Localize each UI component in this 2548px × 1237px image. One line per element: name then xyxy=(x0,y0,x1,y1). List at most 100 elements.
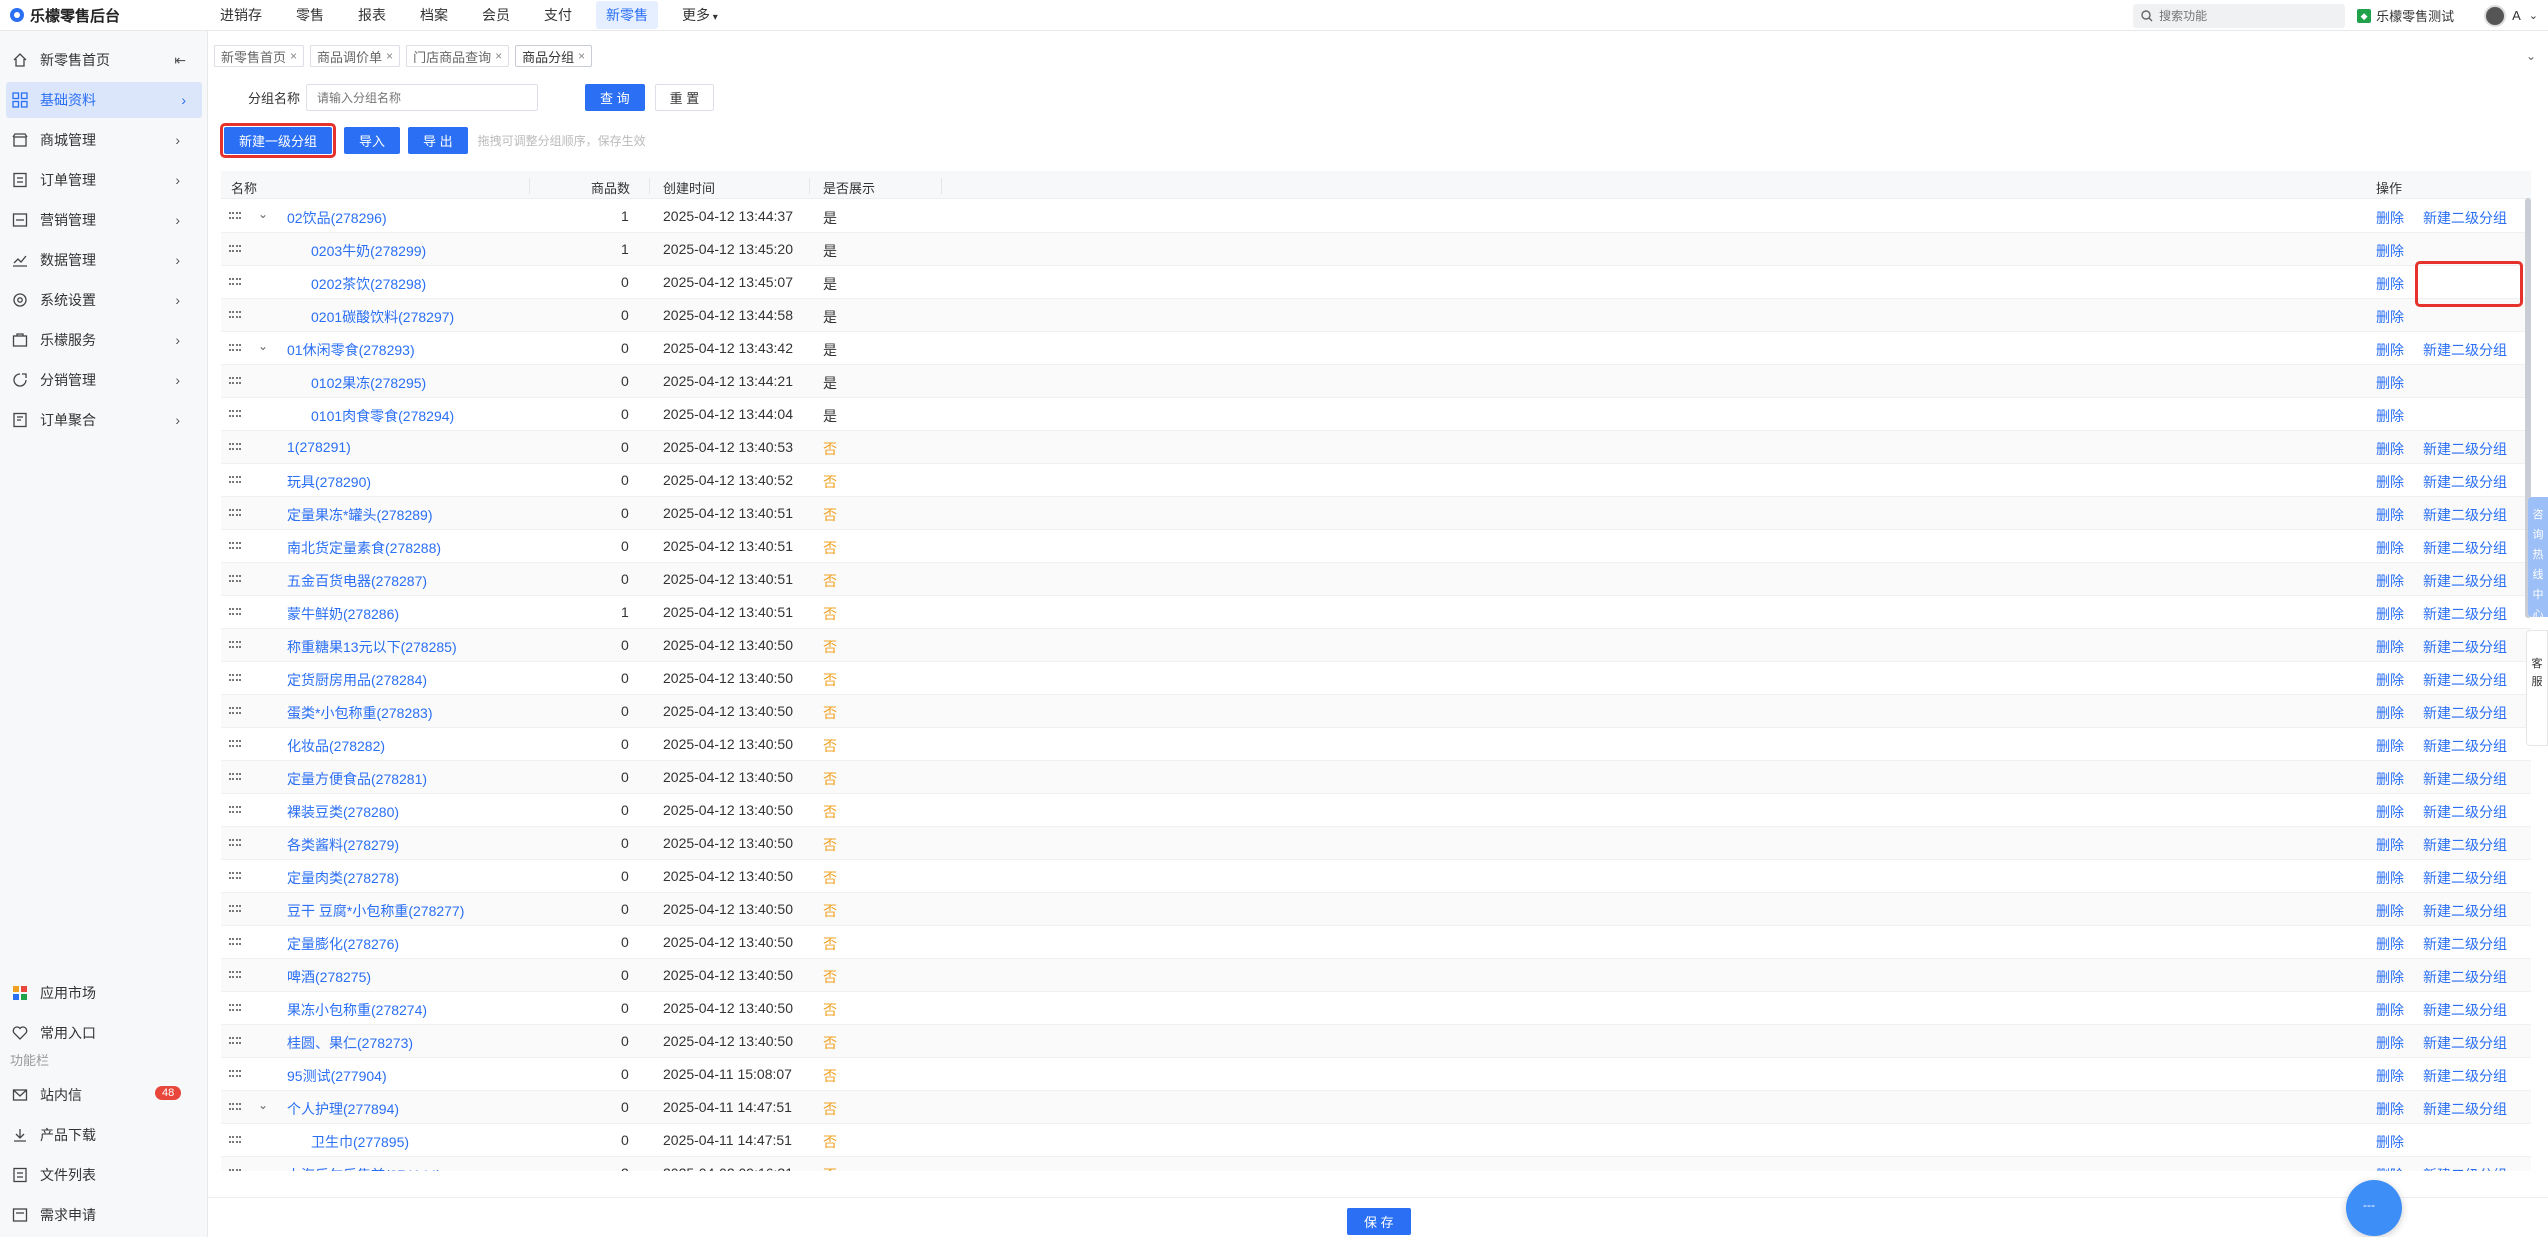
sidebar-item-aggregate[interactable]: 订单聚合 › xyxy=(0,402,208,438)
sidebar-item-data[interactable]: 数据管理 › xyxy=(0,242,208,278)
new-level2-group-link[interactable]: 新建二级分组 xyxy=(2423,505,2507,525)
delete-link[interactable]: 删除 xyxy=(2376,802,2404,822)
group-name-link[interactable]: 1(278291) xyxy=(287,439,351,455)
drag-handle-icon[interactable] xyxy=(229,311,241,320)
delete-link[interactable]: 删除 xyxy=(2376,1033,2404,1053)
sidebar-item-downloads[interactable]: 产品下载 xyxy=(0,1117,208,1153)
group-name-link[interactable]: 02饮品(278296) xyxy=(287,208,387,228)
drag-handle-icon[interactable] xyxy=(229,1037,241,1046)
delete-link[interactable]: 删除 xyxy=(2376,736,2404,756)
table-row[interactable]: 蒙牛鲜奶(278286) 1 2025-04-12 13:40:51 否 删除 新建二级分… xyxy=(221,596,2531,629)
new-level2-group-link[interactable]: 新建二级分组 xyxy=(2423,901,2507,921)
drag-handle-icon[interactable] xyxy=(229,938,241,947)
sidebar-item-home[interactable]: 新零售首页 ⇤ xyxy=(0,42,208,78)
table-row[interactable]: 1(278291) 0 2025-04-12 13:40:53 否 删除 新建二级分组 xyxy=(221,431,2531,464)
group-name-link[interactable]: 蛋类*小包称重(278283) xyxy=(287,703,433,723)
new-level2-group-link[interactable]: 新建二级分组 xyxy=(2423,340,2507,360)
new-level2-group-link[interactable]: 新建二级分组 xyxy=(2423,604,2507,624)
delete-link[interactable]: 删除 xyxy=(2376,769,2404,789)
export-button[interactable]: 导 出 xyxy=(408,127,468,154)
group-name-link[interactable]: 五金百货电器(278287) xyxy=(287,571,427,591)
sidebar-item-mall[interactable]: 商城管理 › xyxy=(0,122,208,158)
drag-handle-icon[interactable] xyxy=(229,839,241,848)
nav-item-member[interactable]: 会员 xyxy=(472,1,520,29)
sidebar-item-favorites[interactable]: 常用入口 xyxy=(0,1015,208,1051)
new-level2-group-link[interactable]: 新建二级分组 xyxy=(2423,736,2507,756)
delete-link[interactable]: 删除 xyxy=(2376,604,2404,624)
delete-link[interactable]: 删除 xyxy=(2376,1000,2404,1020)
drag-handle-icon[interactable] xyxy=(229,872,241,881)
close-icon[interactable]: × xyxy=(578,49,585,63)
new-level2-group-link[interactable]: 新建二级分组 xyxy=(2423,1099,2507,1119)
group-name-link[interactable]: 95测试(277904) xyxy=(287,1066,387,1086)
table-row[interactable]: 豆干 豆腐*小包称重(278277) 0 2025-04-12 13:40:50 否 删… xyxy=(221,893,2531,926)
drag-handle-icon[interactable] xyxy=(229,344,241,353)
group-name-link[interactable]: 定量果冻*罐头(278289) xyxy=(287,505,433,525)
drag-handle-icon[interactable] xyxy=(229,1136,241,1145)
nav-item-retail[interactable]: 零售 xyxy=(286,1,334,29)
new-level2-group-link[interactable]: 新建二级分组 xyxy=(2423,1165,2507,1171)
table-row[interactable]: 五金百货电器(278287) 0 2025-04-12 13:40:51 否 删除 新建二… xyxy=(221,563,2531,596)
table-row[interactable]: 定量果冻*罐头(278289) 0 2025-04-12 13:40:51 否 删除 新建… xyxy=(221,497,2531,530)
group-name-link[interactable]: 定量方便食品(278281) xyxy=(287,769,427,789)
group-name-link[interactable]: 称重糖果13元以下(278285) xyxy=(287,637,457,657)
group-name-link[interactable]: 0102果冻(278295) xyxy=(311,373,426,393)
table-row[interactable]: 定货厨房用品(278284) 0 2025-04-12 13:40:50 否 删除 新建二… xyxy=(221,662,2531,695)
nav-item-reports[interactable]: 报表 xyxy=(348,1,396,29)
new-level2-group-link[interactable]: 新建二级分组 xyxy=(2423,802,2507,822)
brand[interactable]: 乐檬零售后台 xyxy=(0,5,200,26)
table-row[interactable]: 桂圆、果仁(278273) 0 2025-04-12 13:40:50 否 删除 新建二级… xyxy=(221,1025,2531,1058)
delete-link[interactable]: 删除 xyxy=(2376,967,2404,987)
delete-link[interactable]: 删除 xyxy=(2376,307,2404,327)
hotline-side-tab[interactable]: 咨询热线中心 xyxy=(2528,497,2548,621)
group-name-link[interactable]: 卫生巾(277895) xyxy=(311,1132,409,1152)
tab-price-adjust[interactable]: 商品调价单 × xyxy=(310,45,401,67)
delete-link[interactable]: 删除 xyxy=(2376,274,2404,294)
sidebar-item-basic-data[interactable]: 基础资料 › xyxy=(6,82,202,118)
drag-handle-icon[interactable] xyxy=(229,1004,241,1013)
group-name-link[interactable]: 0203牛奶(278299) xyxy=(311,241,426,261)
sidebar-item-distribution[interactable]: 分销管理 › xyxy=(0,362,208,398)
drag-handle-icon[interactable] xyxy=(229,245,241,254)
sidebar-item-marketing[interactable]: 营销管理 › xyxy=(0,202,208,238)
drag-handle-icon[interactable] xyxy=(229,476,241,485)
close-icon[interactable]: × xyxy=(495,49,502,63)
group-name-link[interactable]: 定量肉类(278278) xyxy=(287,868,399,888)
expand-chevron-icon[interactable]: ⌄ xyxy=(258,339,268,353)
delete-link[interactable]: 删除 xyxy=(2376,208,2404,228)
table-row[interactable]: 定量膨化(278276) 0 2025-04-12 13:40:50 否 删除 新建二级分… xyxy=(221,926,2531,959)
drag-handle-icon[interactable] xyxy=(229,674,241,683)
tab-new-retail-home[interactable]: 新零售首页 × xyxy=(214,45,305,67)
drag-handle-icon[interactable] xyxy=(229,971,241,980)
new-level2-group-link[interactable]: 新建二级分组 xyxy=(2423,538,2507,558)
tab-product-group[interactable]: 商品分组 × xyxy=(515,45,593,67)
delete-link[interactable]: 删除 xyxy=(2376,637,2404,657)
new-level2-group-link[interactable]: 新建二级分组 xyxy=(2423,571,2507,591)
table-row[interactable]: 裸装豆类(278280) 0 2025-04-12 13:40:50 否 删除 新建二级分… xyxy=(221,794,2531,827)
drag-handle-icon[interactable] xyxy=(229,707,241,716)
new-level2-group-link[interactable]: 新建二级分组 xyxy=(2423,1000,2507,1020)
drag-handle-icon[interactable] xyxy=(229,773,241,782)
group-name-link[interactable]: 南北货定量素食(278288) xyxy=(287,538,441,558)
delete-link[interactable]: 删除 xyxy=(2376,571,2404,591)
delete-link[interactable]: 删除 xyxy=(2376,505,2404,525)
table-row[interactable]: 各类酱料(278279) 0 2025-04-12 13:40:50 否 删除 新建二级分… xyxy=(221,827,2531,860)
group-name-link[interactable]: 个人护理(277894) xyxy=(287,1099,399,1119)
delete-link[interactable]: 删除 xyxy=(2376,538,2404,558)
delete-link[interactable]: 删除 xyxy=(2376,472,2404,492)
group-name-link[interactable]: 桂圆、果仁(278273) xyxy=(287,1033,413,1053)
group-name-link[interactable]: 0201碳酸饮料(278297) xyxy=(311,307,454,327)
table-row[interactable]: 95测试(277904) 0 2025-04-11 15:08:07 否 删除 新建二级分… xyxy=(221,1058,2531,1091)
group-name-link[interactable]: 定货厨房用品(278284) xyxy=(287,670,427,690)
store-switcher[interactable]: ◆ 乐檬零售测试 xyxy=(2357,6,2454,25)
delete-link[interactable]: 删除 xyxy=(2376,934,2404,954)
group-name-link[interactable]: 蒙牛鲜奶(278286) xyxy=(287,604,399,624)
group-name-link[interactable]: 定量膨化(278276) xyxy=(287,934,399,954)
group-name-link[interactable]: 上海乐尔乐售前(274144) xyxy=(287,1165,441,1171)
table-row[interactable]: 南北货定量素食(278288) 0 2025-04-12 13:40:51 否 删除 新建… xyxy=(221,530,2531,563)
new-level2-group-link[interactable]: 新建二级分组 xyxy=(2423,769,2507,789)
drag-handle-icon[interactable] xyxy=(229,641,241,650)
delete-link[interactable]: 删除 xyxy=(2376,670,2404,690)
delete-link[interactable]: 删除 xyxy=(2376,340,2404,360)
global-search-input[interactable] xyxy=(2159,8,2330,23)
